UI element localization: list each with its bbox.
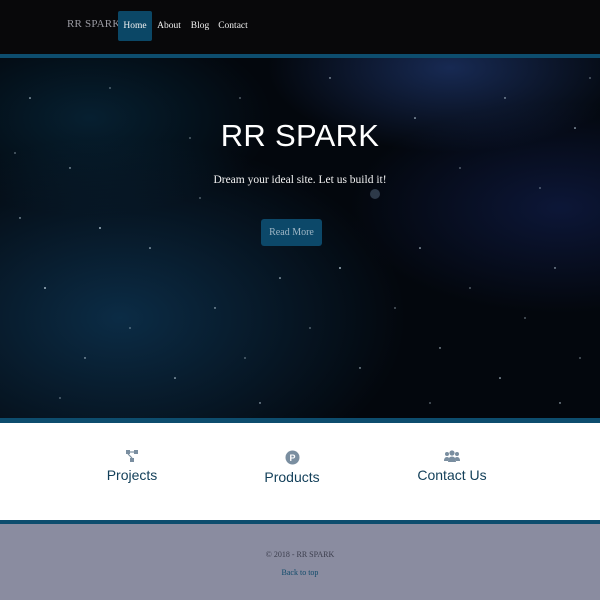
nav-item-blog[interactable]: Blog xyxy=(188,11,212,41)
read-more-button[interactable]: Read More xyxy=(261,219,322,246)
svg-text:P: P xyxy=(289,453,295,463)
hero-subtitle: Dream your ideal site. Let us build it! xyxy=(213,174,387,186)
sitemap-icon xyxy=(126,450,138,462)
back-to-top-link[interactable]: Back to top xyxy=(0,568,600,577)
hero-title: RR SPARK xyxy=(220,118,380,153)
copyright-text: © 2018 - RR SPARK xyxy=(265,550,335,559)
nav-item-home[interactable]: Home xyxy=(118,11,152,41)
features-section: Projects P Products Contact Us xyxy=(0,423,600,520)
feature-contact-us-label: Contact Us xyxy=(417,467,487,483)
hero-section: RR SPARK Dream your ideal site. Let us b… xyxy=(0,58,600,418)
nav-item-contact[interactable]: Contact xyxy=(216,11,250,41)
feature-projects[interactable]: Projects xyxy=(102,449,162,483)
product-p-icon: P xyxy=(285,450,299,465)
feature-projects-label: Projects xyxy=(106,467,158,483)
footer: © 2018 - RR SPARK Back to top xyxy=(0,524,600,600)
feature-contact-us[interactable]: Contact Us xyxy=(417,449,487,483)
feature-products[interactable]: P Products xyxy=(262,450,322,485)
nav-item-about[interactable]: About xyxy=(155,11,183,41)
navbar: RR SPARK Home About Blog Contact xyxy=(0,0,600,54)
brand-logo[interactable]: RR SPARK xyxy=(67,18,120,30)
feature-products-label: Products xyxy=(264,469,320,485)
users-icon xyxy=(444,450,460,462)
